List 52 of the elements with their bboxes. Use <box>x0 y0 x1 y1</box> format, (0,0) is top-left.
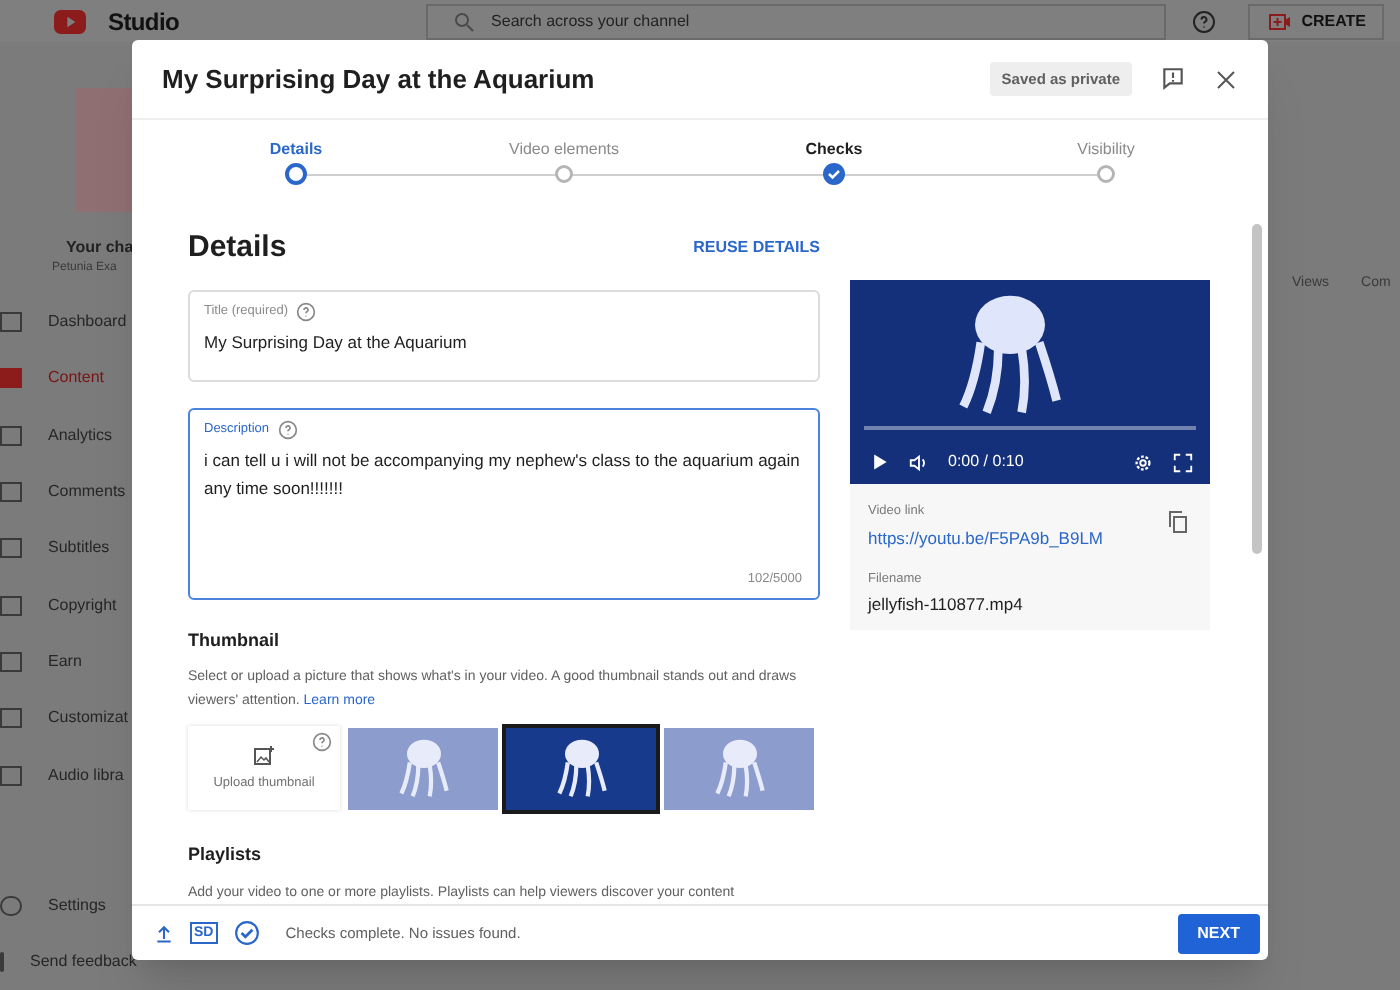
fullscreen-icon[interactable] <box>1172 451 1194 473</box>
sidebar-item[interactable]: Earn <box>0 633 132 691</box>
settings-icon[interactable] <box>1132 451 1154 473</box>
field-value: i can tell u i will not be accompanying my nephew's class to the aquarium again any time soon!!!!!!! <box>204 448 802 503</box>
upload-icon <box>154 921 174 945</box>
youtube-logo-icon <box>48 5 92 37</box>
channel-avatar <box>76 88 136 212</box>
image-upload-icon <box>252 743 276 768</box>
section-heading: Details <box>188 228 287 268</box>
video-time: 0:00 / 0:10 <box>948 450 1024 474</box>
copy-icon[interactable] <box>1166 510 1190 534</box>
reuse-details-button[interactable]: REUSE DETAILS <box>693 236 820 261</box>
sidebar-item[interactable]: Subtitles <box>0 520 132 577</box>
sidebar-item[interactable]: Audio libra <box>0 746 132 804</box>
help-icon <box>277 420 298 441</box>
field-value: My Surprising Day at the Aquarium <box>204 329 469 355</box>
help-icon <box>1191 9 1216 33</box>
step-label[interactable]: Video elements <box>509 138 619 162</box>
help-icon <box>296 301 317 321</box>
channel-title: Your cha <box>66 236 132 260</box>
sidebar-item[interactable]: Comments <box>0 463 132 521</box>
step-label[interactable]: Details <box>269 138 323 162</box>
sidebar-item[interactable]: Copyright <box>0 576 132 634</box>
create-button[interactable]: CREATE <box>1247 3 1384 39</box>
help-icon <box>312 732 332 752</box>
close-icon[interactable] <box>1214 67 1238 91</box>
section-heading: Playlists <box>188 842 264 868</box>
sidebar-item[interactable]: Settings <box>0 878 132 934</box>
filename: jellyfish-110877.mp4 <box>868 592 1025 618</box>
sidebar-item[interactable]: Send feedback <box>0 934 132 990</box>
search-icon <box>451 9 476 33</box>
step-label[interactable]: Visibility <box>1077 138 1135 162</box>
step-label[interactable]: Checks <box>805 138 863 162</box>
play-icon[interactable] <box>870 452 890 472</box>
thumbnail-option[interactable] <box>506 727 656 809</box>
search-field[interactable]: Search across your channel <box>425 3 1166 39</box>
sidebar-item[interactable]: Dashboard <box>0 294 132 351</box>
check-circle-icon <box>233 920 260 946</box>
section-heading: Thumbnail <box>188 627 281 653</box>
volume-icon[interactable] <box>908 451 930 473</box>
scrollbar[interactable] <box>1252 224 1262 554</box>
thumbnail-option[interactable] <box>664 727 814 809</box>
camera-plus-icon <box>1265 9 1294 33</box>
feedback-icon[interactable] <box>1160 66 1186 92</box>
next-button[interactable]: NEXT <box>1177 913 1260 953</box>
sidebar-item[interactable]: Analytics <box>0 407 132 464</box>
dialog-title: My Surprising Day at the Aquarium <box>162 61 595 98</box>
logo-text: Studio <box>108 7 180 35</box>
sidebar-item[interactable]: Content <box>0 350 132 408</box>
video-link[interactable]: https://youtu.be/F5PA9b_B9LM <box>868 525 1192 551</box>
thumbnail-option[interactable] <box>348 727 498 809</box>
sidebar-item[interactable]: Customizat <box>0 690 132 747</box>
